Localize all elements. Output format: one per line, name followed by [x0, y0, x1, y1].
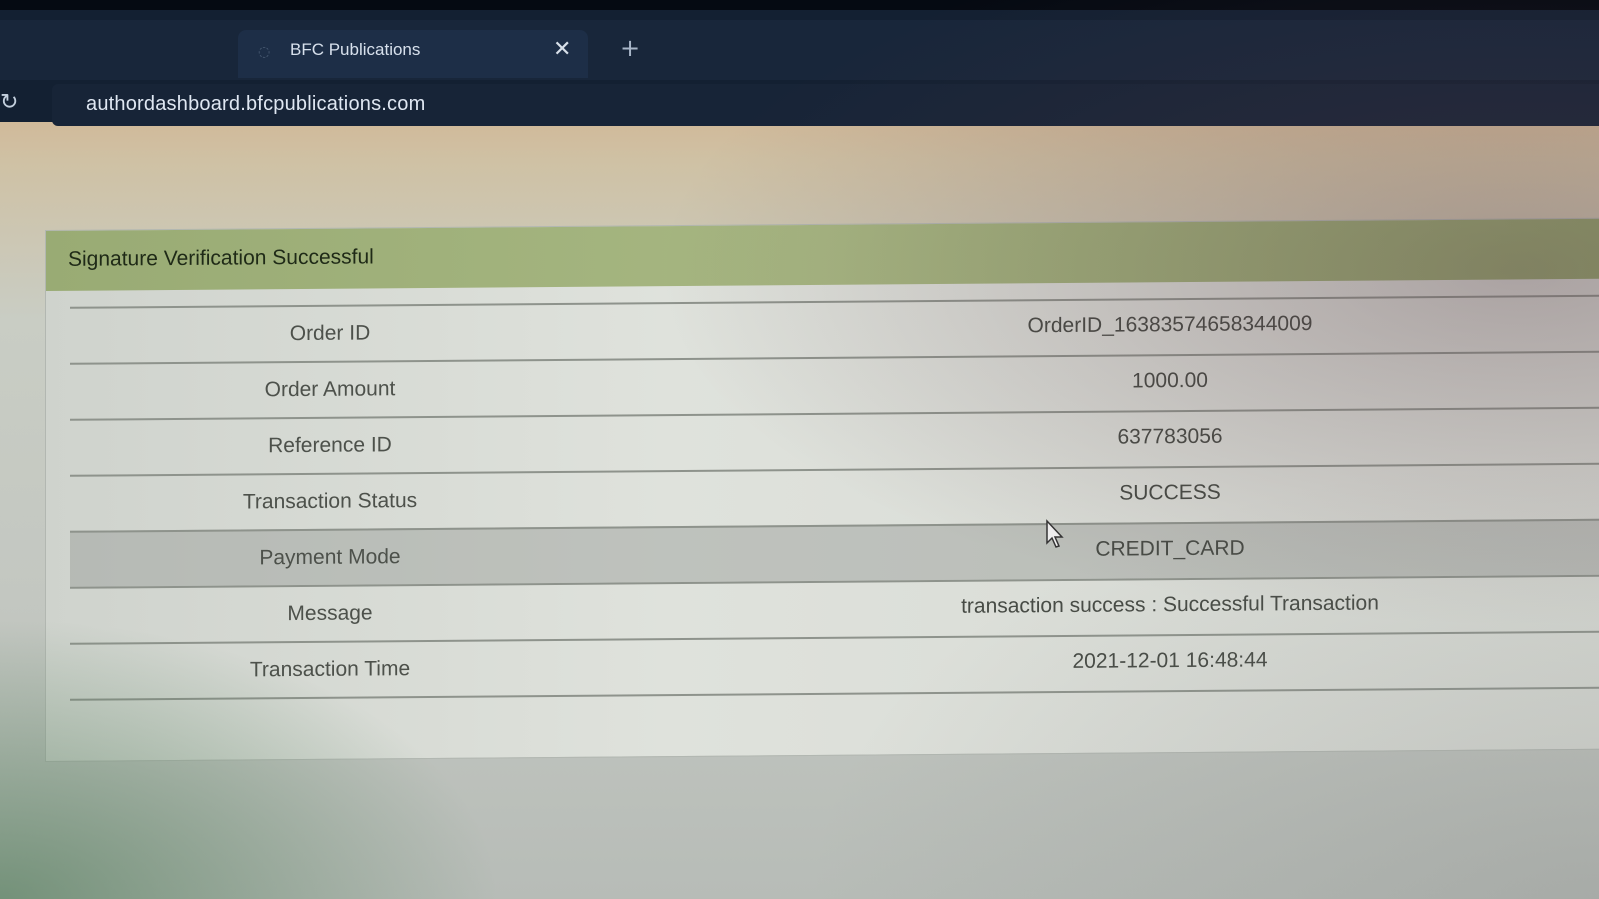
- row-value: SUCCESS: [1119, 480, 1221, 505]
- table-row-transaction-time: Transaction Time 2021-12-01 16:48:44: [70, 630, 1599, 701]
- row-label: Order ID: [289, 321, 371, 346]
- row-label: Message: [287, 601, 373, 626]
- row-value: 2021-12-01 16:48:44: [1072, 648, 1268, 673]
- tab-bfc-publications[interactable]: ◌ BFC Publications ✕: [238, 30, 588, 78]
- panel-title: Signature Verification Successful: [68, 245, 374, 271]
- new-tab-icon[interactable]: +: [620, 34, 640, 62]
- browser-chrome: ◌ BFC Publications ✕ + ↻ authordashboard…: [0, 0, 1599, 126]
- address-bar[interactable]: authordashboard.bfcpublications.com: [52, 84, 1599, 126]
- tab-title: BFC Publications: [290, 40, 421, 59]
- row-label: Order Amount: [264, 377, 396, 402]
- verification-panel: Signature Verification Successful Order …: [45, 217, 1599, 762]
- row-value: transaction success : Successful Transac…: [961, 591, 1379, 618]
- row-label: Transaction Status: [242, 489, 418, 514]
- panel-header: Signature Verification Successful: [46, 218, 1599, 291]
- tab-inactive[interactable]: [0, 30, 230, 74]
- row-label: Transaction Time: [249, 657, 411, 682]
- row-value: CREDIT_CARD: [1095, 536, 1245, 561]
- favicon-icon: ◌: [258, 44, 271, 60]
- row-value: OrderID_1638357465834400‍9: [1027, 312, 1313, 338]
- transaction-table: Order ID OrderID_1638357465834400‍9 Orde…: [70, 294, 1599, 701]
- reload-icon[interactable]: ↻: [0, 90, 18, 115]
- mouse-cursor-icon: [1046, 519, 1064, 548]
- row-label: Reference ID: [268, 433, 392, 458]
- row-label: Payment Mode: [259, 545, 401, 570]
- row-value: 1000.00: [1132, 368, 1208, 393]
- address-url[interactable]: authordashboard.bfcpublications.com: [86, 93, 425, 116]
- close-tab-icon[interactable]: ✕: [553, 37, 571, 62]
- row-value: 637783056: [1117, 424, 1223, 449]
